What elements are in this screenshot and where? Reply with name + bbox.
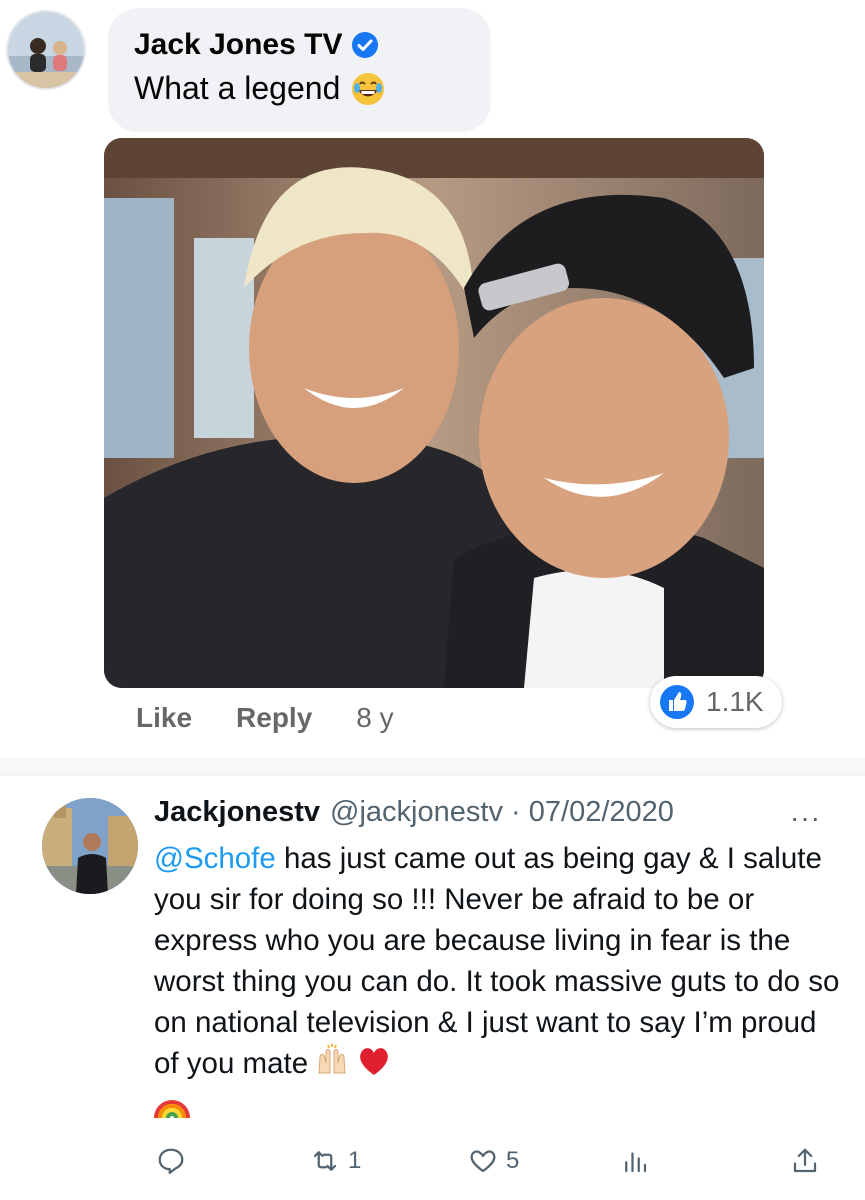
red-heart-icon: [360, 1048, 388, 1075]
retweet-count: 1: [348, 1147, 362, 1174]
facebook-comment: Jack Jones TV What a legend Like Reply 8…: [0, 0, 865, 758]
views-chart-icon: [625, 1152, 647, 1173]
tweet-date[interactable]: 07/02/2020: [529, 796, 674, 828]
laughing-emoji-icon: [352, 72, 385, 105]
fb-comment-text: What a legend: [134, 70, 341, 106]
tweet-display-name[interactable]: Jackjonestv: [154, 796, 320, 829]
share-button[interactable]: [790, 1146, 828, 1176]
tweet-separator: ·: [511, 796, 521, 828]
fb-reaction-summary[interactable]: 1.1K: [650, 676, 782, 728]
tweet-header: Jackjonestv @jackjonestv · 07/02/2020: [154, 796, 714, 829]
heart-icon: [470, 1150, 496, 1173]
like-count: 5: [506, 1147, 520, 1174]
like-button[interactable]: 5: [468, 1146, 519, 1176]
fb-author-name[interactable]: Jack Jones TV: [134, 28, 342, 62]
tweet-action-bar: 1 5: [0, 1146, 865, 1182]
tweet-text: @Schofe has just came out as being gay &…: [154, 838, 844, 1125]
verified-badge-icon: [352, 32, 379, 58]
tweet-mention-link[interactable]: @Schofe: [154, 842, 276, 875]
tweet-avatar[interactable]: [42, 798, 138, 894]
tweet[interactable]: Jackjonestv @jackjonestv · 07/02/2020 ··…: [0, 776, 865, 1200]
fb-reaction-count: 1.1K: [706, 686, 764, 717]
fb-comment-actions: Like Reply 8 y: [136, 702, 394, 734]
reply-button[interactable]: [156, 1146, 194, 1176]
raising-hands-icon: [318, 1044, 346, 1074]
views-button[interactable]: [620, 1146, 658, 1176]
fb-reply-button[interactable]: Reply: [236, 702, 312, 734]
rainbow-icon: [154, 1100, 190, 1119]
retweet-button[interactable]: 1: [310, 1146, 361, 1176]
tweet-body-text: has just came out as being gay & I salut…: [154, 842, 840, 1080]
fb-like-button[interactable]: Like: [136, 702, 192, 734]
share-icon: [793, 1148, 817, 1173]
section-divider: [0, 758, 865, 776]
fb-comment-photo[interactable]: [104, 138, 764, 688]
retweet-icon: [313, 1151, 337, 1171]
more-options-icon[interactable]: ···: [790, 802, 821, 834]
fb-comment-bubble: Jack Jones TV What a legend: [108, 8, 491, 132]
like-thumbs-up-icon: [660, 685, 694, 719]
fb-timestamp[interactable]: 8 y: [356, 702, 393, 734]
tweet-handle[interactable]: @jackjonestv: [330, 796, 503, 828]
reply-icon: [158, 1148, 184, 1174]
fb-avatar[interactable]: [6, 10, 86, 90]
